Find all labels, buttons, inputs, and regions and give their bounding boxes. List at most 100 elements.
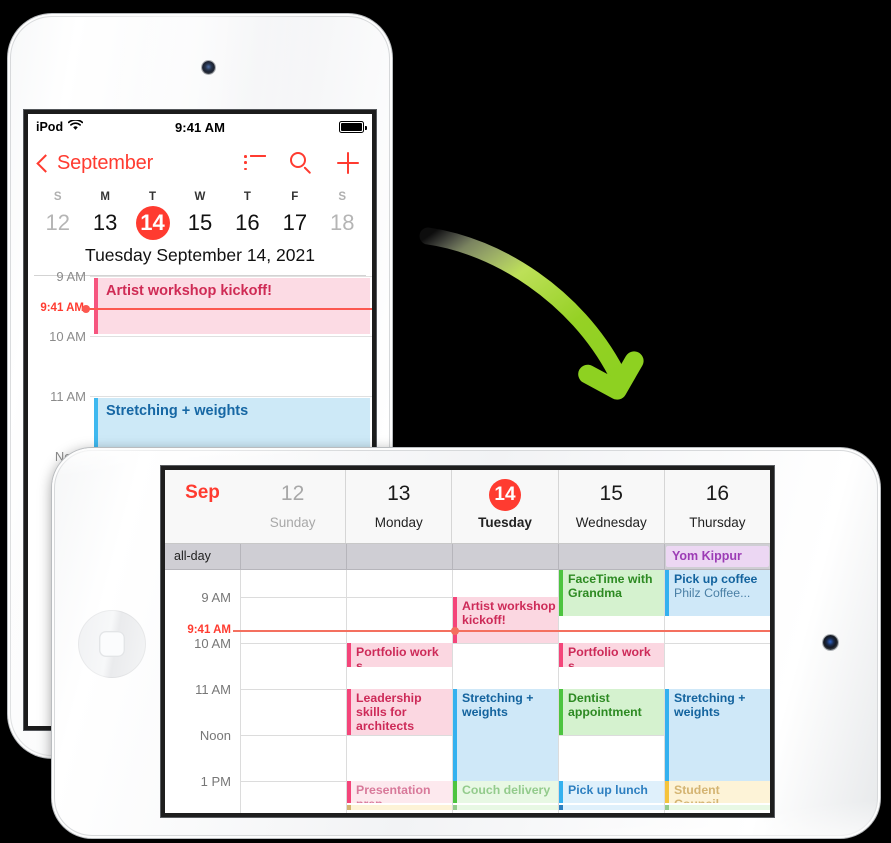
weekday-label: T	[243, 191, 251, 203]
event-title: Portfolio work s...	[356, 645, 439, 667]
chevron-left-icon	[36, 153, 55, 173]
search-icon[interactable]	[290, 151, 313, 175]
column-divider	[240, 570, 241, 813]
weekday-label: S	[338, 191, 347, 203]
current-time-dot	[82, 304, 90, 313]
weekday-label: S	[53, 191, 62, 203]
day-cell-15[interactable]: 15	[176, 205, 223, 241]
month-gutter: Sep	[165, 470, 240, 543]
day-number: 16	[705, 482, 730, 505]
event-pick-up-coffee[interactable]: Pick up coffee Philz Coffee...	[665, 570, 770, 616]
list-icon[interactable]	[244, 155, 266, 171]
weekday-label: M	[100, 191, 110, 203]
event-dentist-appointment[interactable]: Dentist appointment	[559, 689, 664, 735]
event-title: Pick up lunch	[568, 783, 648, 797]
all-day-cell-16[interactable]: Yom Kippur	[664, 544, 770, 569]
day-cell-14-selected[interactable]: 14	[129, 205, 176, 241]
home-button-square-icon	[99, 631, 125, 657]
day-name: Wednesday	[575, 515, 647, 530]
all-day-cell-13[interactable]	[346, 544, 452, 569]
day-column-header-15[interactable]: 15 Wednesday	[557, 470, 664, 543]
weekday-header-row: S M T W T F S	[34, 188, 366, 205]
day-number: 14	[489, 478, 521, 511]
today-pill: 14	[489, 479, 521, 511]
event-title: Dentist appointment	[568, 691, 642, 719]
hour-label-9am: 9 AM	[56, 269, 86, 284]
event-presentation-prep[interactable]: Presentation prep	[347, 781, 452, 803]
event-title: Couch delivery	[462, 783, 551, 797]
battery-full-icon	[339, 121, 367, 133]
hour-line	[90, 396, 372, 397]
all-day-cell-15[interactable]	[558, 544, 664, 569]
hour-label-11am: 11 AM	[50, 389, 86, 404]
calendar-time-grid[interactable]: 9 AM 10 AM 11 AM Noon 1 PM FaceTime with…	[165, 570, 770, 813]
day-cell-13[interactable]: 13	[81, 205, 128, 241]
front-camera-icon	[823, 635, 838, 650]
status-right	[339, 121, 367, 133]
all-day-event-yom-kippur[interactable]: Yom Kippur	[666, 546, 769, 567]
ipod-nav-bar: September	[28, 140, 372, 186]
back-to-september-button[interactable]: September	[36, 151, 154, 175]
nav-actions	[244, 151, 361, 175]
weekday-label: F	[291, 191, 299, 203]
event-title: Stretching + weights	[462, 691, 534, 719]
hour-label-10am: 10 AM	[194, 636, 231, 651]
event-portfolio-work-session-wed[interactable]: Portfolio work s...	[559, 643, 664, 667]
event-pick-up-lunch[interactable]: Pick up lunch	[559, 781, 664, 803]
all-day-row: all-day Yom Kippur	[165, 544, 770, 570]
ipod-week-strip: S M T W T F S 12 13 14 15 16 17 18 Tuesd…	[28, 186, 372, 276]
event-title: FaceTime with Grandma	[568, 572, 653, 600]
event-subtitle: Philz Coffee...	[674, 586, 751, 600]
month-label: Sep	[185, 482, 220, 503]
day-name: Monday	[374, 515, 423, 530]
event-sliver[interactable]	[347, 805, 452, 810]
event-sliver[interactable]	[559, 805, 664, 810]
event-artist-workshop-kickoff[interactable]: Artist workshop kickoff!	[94, 278, 370, 334]
front-camera-icon	[202, 61, 215, 74]
event-portfolio-work-session-mon[interactable]: Portfolio work s...	[347, 643, 452, 667]
hour-label-noon: Noon	[199, 728, 231, 743]
event-title: Stretching + weights	[106, 403, 249, 419]
day-column-header-13[interactable]: 13 Monday	[345, 470, 451, 543]
event-sliver[interactable]	[665, 805, 770, 810]
hour-line	[90, 336, 372, 337]
event-stretching-weights-thu[interactable]: Stretching + weights	[665, 689, 770, 781]
hour-line	[90, 276, 372, 277]
event-stretching-weights-tue[interactable]: Stretching + weights	[453, 689, 558, 781]
current-time-label: 9:41 AM	[187, 624, 231, 636]
event-couch-delivery[interactable]: Couch delivery	[453, 781, 558, 803]
day-cell-18[interactable]: 18	[319, 205, 366, 241]
event-title: Artist workshop kickoff!	[462, 599, 556, 627]
all-day-label: all-day	[174, 549, 211, 563]
weekday-label: T	[149, 191, 157, 203]
day-column-header-12[interactable]: 12 Sunday	[240, 470, 345, 543]
event-title: Stretching + weights	[674, 691, 746, 719]
day-column-header-14-today[interactable]: 14 Tuesday	[451, 470, 557, 543]
event-artist-workshop-kickoff[interactable]: Artist workshop kickoff!	[453, 597, 558, 643]
home-button[interactable]	[78, 610, 146, 678]
day-number: 15	[599, 482, 623, 505]
event-title: Artist workshop kickoff!	[106, 283, 272, 299]
day-name: Thursday	[689, 515, 746, 530]
event-facetime-with-grandma[interactable]: FaceTime with Grandma	[559, 570, 664, 616]
event-sliver[interactable]	[453, 805, 558, 810]
day-cell-16[interactable]: 16	[224, 205, 271, 241]
weekday-label: W	[194, 191, 206, 203]
event-title: Portfolio work s...	[568, 645, 651, 667]
hour-line	[240, 643, 770, 644]
day-cell-17[interactable]: 17	[271, 205, 318, 241]
day-number: 13	[387, 482, 411, 505]
day-column-header-16[interactable]: 16 Thursday	[663, 470, 770, 543]
day-name: Sunday	[269, 515, 316, 530]
all-day-cell-14[interactable]	[452, 544, 558, 569]
all-day-cell-12[interactable]	[240, 544, 346, 569]
day-cell-12[interactable]: 12	[34, 205, 81, 241]
plus-icon[interactable]	[337, 152, 359, 174]
curved-arrow-down-right-icon	[408, 212, 688, 417]
hour-label-1pm: 1 PM	[200, 774, 231, 789]
current-time-label: 9:41 AM	[40, 302, 84, 314]
back-label: September	[57, 151, 154, 174]
event-leadership-skills-for-architects[interactable]: Leadership skills for architects	[347, 689, 452, 735]
event-student-council[interactable]: Student Council...	[665, 781, 770, 803]
event-title: Pick up coffee	[674, 572, 758, 586]
